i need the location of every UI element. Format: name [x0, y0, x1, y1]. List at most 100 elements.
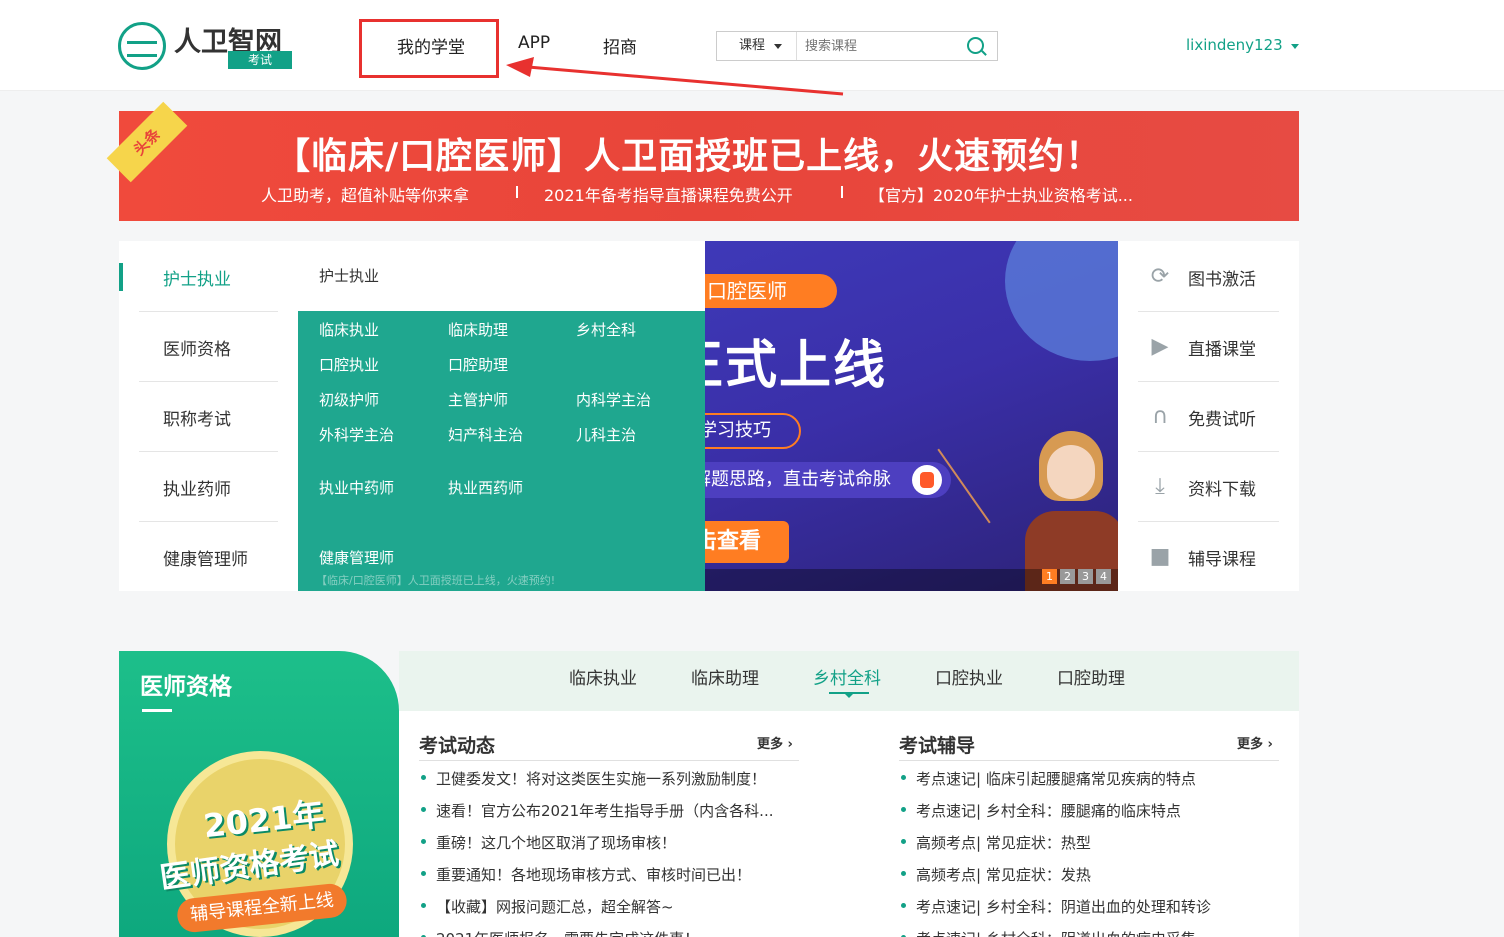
category-nav: 护士执业 医师资格 职称考试 执业药师 健康管理师: [119, 241, 299, 591]
carousel-sub-2-text: 梳理解题思路，直击考试命脉: [705, 469, 891, 490]
dropdown-item[interactable]: 乡村全科: [576, 319, 636, 340]
logo-tag: 考试: [228, 51, 292, 69]
tab-clinical-practice[interactable]: 临床执业: [569, 664, 637, 689]
bullet: [901, 775, 906, 780]
active-tab-caret: [844, 693, 854, 698]
category-title-exam[interactable]: 职称考试: [163, 405, 231, 430]
list-item[interactable]: 考点速记| 乡村全科：阴道出血的处理和转诊: [916, 896, 1211, 917]
dropdown-item[interactable]: 执业中药师: [319, 477, 394, 498]
category-nurse[interactable]: 护士执业: [163, 265, 231, 290]
list-item[interactable]: 【收藏】网报问题汇总，超全解答~: [436, 896, 674, 917]
dropdown-item[interactable]: 口腔执业: [319, 354, 379, 375]
banner-link-1[interactable]: 人卫助考，超值补贴等你来拿: [261, 182, 469, 206]
banner-link-3[interactable]: 【官方】2020年护士执业资格考试...: [869, 182, 1133, 206]
list-item[interactable]: 重要通知！各地现场审核方式、审核时间已出！: [436, 864, 751, 885]
bullet: [421, 775, 426, 780]
dropdown-item[interactable]: 口腔助理: [448, 354, 508, 375]
dropdown-head[interactable]: 护士执业: [298, 241, 705, 311]
quick-links: ⟳ 图书激活 ▶ 直播课堂 ∩ 免费试听 ⤓ 资料下载 ■ 辅导课程: [1118, 241, 1299, 591]
dropdown-item[interactable]: 外科学主治: [319, 424, 394, 445]
divider: [139, 311, 278, 312]
dropdown-item[interactable]: 临床助理: [448, 319, 508, 340]
subject-tabs: 临床执业 临床助理 乡村全科 口腔执业 口腔助理: [399, 651, 1299, 711]
divider: [419, 760, 799, 761]
headline-banner[interactable]: 头条 【临床/口腔医师】人卫面授班已上线，火速预约！ 人卫助考，超值补贴等你来拿…: [106, 101, 1299, 221]
divider: [139, 521, 278, 522]
bullet: [421, 871, 426, 876]
tab-clinical-assistant[interactable]: 临床助理: [691, 664, 759, 689]
user-menu[interactable]: lixindeny123: [1186, 36, 1283, 54]
list-item[interactable]: 考点速记| 乡村全科：腰腿痛的临床特点: [916, 800, 1181, 821]
divider: [1138, 311, 1279, 312]
dropdown-item[interactable]: 执业西药师: [448, 477, 523, 498]
dropdown-item[interactable]: 初级护师: [319, 389, 379, 410]
promo-card[interactable]: 医师资格 2021年 医师资格考试 辅导课程全新上线: [119, 651, 399, 937]
carousel-sub-1: 名师现场 传授学习技巧: [705, 413, 801, 449]
dropdown-item[interactable]: 妇产科主治: [448, 424, 523, 445]
carousel-cta-button[interactable]: 点击查看: [705, 521, 789, 563]
tab-rural-general[interactable]: 乡村全科: [813, 664, 881, 689]
divider: [1138, 521, 1279, 522]
dropdown-item[interactable]: 儿科主治: [576, 424, 636, 445]
carousel-headline: 面授班正式上线: [705, 336, 888, 396]
headline-ribbon: 头条: [106, 101, 188, 183]
list-item[interactable]: 考点速记| 临床引起腰腿痛常见疾病的特点: [916, 768, 1196, 789]
carousel-sub-1-text: 名师现场 传授学习技巧: [705, 420, 771, 441]
list-item[interactable]: 高频考点| 常见症状：发热: [916, 864, 1091, 885]
nav-app[interactable]: APP: [518, 33, 550, 53]
quick-download[interactable]: 资料下载: [1188, 475, 1256, 500]
refresh-cursor-icon: ⟳: [1150, 264, 1170, 289]
illustration-face: [1047, 445, 1095, 499]
list-item[interactable]: 考点速记| 乡村全科：阴道出血的病史采集: [916, 928, 1196, 937]
dropdown-item[interactable]: 主管护师: [448, 389, 508, 410]
bullet: [901, 903, 906, 908]
dropdown-item[interactable]: 内科学主治: [576, 389, 651, 410]
quick-free-trial[interactable]: 免费试听: [1188, 405, 1256, 430]
list-item[interactable]: 速看！官方公布2021年考生指导手册（内含各科...: [436, 800, 773, 821]
quick-tutoring[interactable]: 辅导课程: [1188, 545, 1256, 570]
banner-title[interactable]: 【临床/口腔医师】人卫面授班已上线，火速预约！: [274, 127, 1102, 179]
category-physician[interactable]: 医师资格: [163, 335, 231, 360]
carousel-dot-1[interactable]: 1: [1042, 569, 1057, 584]
thumb-icon: [912, 465, 942, 495]
highlight-box: [359, 19, 499, 78]
divider: [841, 186, 843, 198]
divider: [139, 381, 278, 382]
tab-dental-practice[interactable]: 口腔执业: [935, 664, 1003, 689]
divider: [516, 186, 518, 198]
divider: [899, 760, 1279, 761]
list-item[interactable]: 高频考点| 常见症状：热型: [916, 832, 1091, 853]
active-indicator: [119, 263, 123, 291]
category-dropdown: 护士执业 临床执业 临床助理 乡村全科 口腔执业 口腔助理 初级护师 主管护师 …: [298, 241, 705, 591]
promo-underline: [142, 709, 172, 712]
carousel-dot-2[interactable]: 2: [1060, 569, 1075, 584]
list-item[interactable]: 重磅！这几个地区取消了现场审核！: [436, 832, 676, 853]
category-pharmacist[interactable]: 执业药师: [163, 475, 231, 500]
bullet: [901, 871, 906, 876]
list-item[interactable]: 卫健委发文！将对这类医生实施一系列激励制度！: [436, 768, 766, 789]
carousel-dot-4[interactable]: 4: [1096, 569, 1111, 584]
book-icon: ■: [1149, 544, 1171, 569]
carousel-dot-3[interactable]: 3: [1078, 569, 1093, 584]
exam-guide-more[interactable]: 更多 ›: [1237, 733, 1273, 752]
dropdown-item[interactable]: 临床执业: [319, 319, 379, 340]
carousel-cta-label: 点击查看: [705, 529, 761, 554]
exam-news-title: 考试动态: [419, 735, 496, 757]
list-item[interactable]: 2021年医师报名，需要先完成这件事！: [436, 928, 699, 937]
chevron-down-icon[interactable]: [1291, 44, 1299, 49]
quick-book-activate[interactable]: 图书激活: [1188, 265, 1256, 290]
bullet: [901, 807, 906, 812]
category-health-manager[interactable]: 健康管理师: [163, 545, 248, 570]
hero-carousel[interactable]: 口腔医师 面授班正式上线 名师现场 传授学习技巧 梳理解题思路，直击考试命脉 点…: [705, 241, 1118, 591]
dropdown-caption: 【临床/口腔医师】人卫面授班已上线，火速预约!: [316, 574, 556, 587]
quick-live-class[interactable]: 直播课堂: [1188, 335, 1256, 360]
search-icon[interactable]: [967, 37, 984, 54]
site-logo[interactable]: 人卫智网 考试: [118, 20, 294, 72]
dropdown-item[interactable]: 健康管理师: [319, 547, 394, 568]
banner-link-2[interactable]: 2021年备考指导直播课程免费公开: [544, 182, 793, 206]
divider: [1138, 451, 1279, 452]
tab-dental-assistant[interactable]: 口腔助理: [1057, 664, 1125, 689]
exam-news-more[interactable]: 更多 ›: [757, 733, 793, 752]
divider: [1138, 381, 1279, 382]
bullet: [421, 807, 426, 812]
